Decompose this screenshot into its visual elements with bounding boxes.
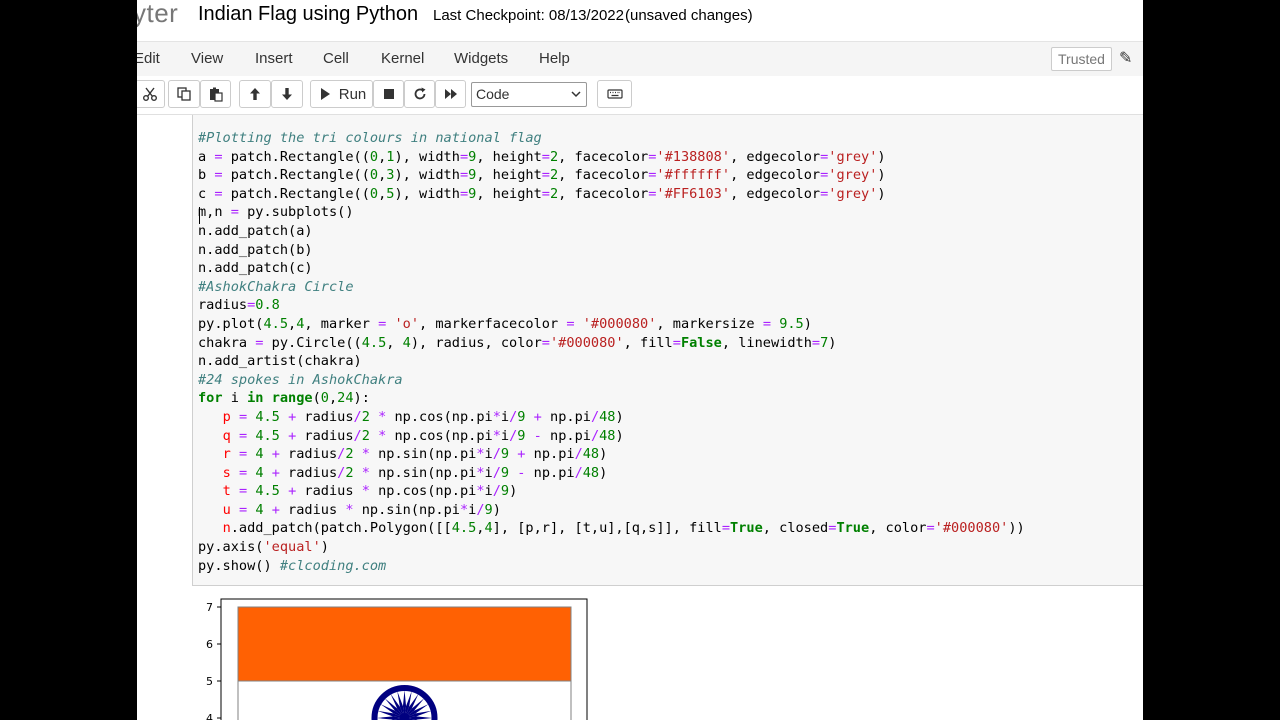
play-icon	[320, 88, 330, 100]
code-line: p = 4.5 + radius/2 * np.cos(np.pi*i/9 + …	[222, 408, 624, 425]
code-editor[interactable]: #Plotting the tri colours in national fl…	[198, 129, 1025, 575]
paste-button[interactable]	[200, 80, 231, 108]
autosave-status: (unsaved changes)	[625, 7, 753, 24]
restart-button[interactable]	[404, 80, 435, 108]
menu-kernel[interactable]: Kernel	[381, 50, 424, 67]
restart-icon	[414, 87, 425, 100]
arrow-down-icon	[282, 88, 292, 100]
y-tick-label: 6	[206, 638, 213, 651]
scissors-icon	[143, 87, 157, 101]
y-tick-label: 7	[206, 601, 213, 614]
code-line: #24 spokes in AshokChakra	[198, 371, 403, 388]
code-line: m,n = py.subplots()	[198, 204, 354, 221]
trusted-indicator[interactable]: Trusted	[1051, 47, 1112, 71]
arrow-up-icon	[250, 88, 260, 100]
run-label: Run	[338, 85, 367, 103]
flag-plot: 7 6 5 4	[206, 598, 588, 720]
copy-icon	[177, 87, 191, 101]
code-line: n.add_patch(a)	[198, 222, 313, 239]
code-line: n.add_artist(chakra)	[198, 353, 362, 370]
menu-cell[interactable]: Cell	[323, 50, 349, 67]
cell-type-select[interactable]: Code	[471, 82, 587, 107]
flag-saffron-band	[237, 606, 572, 682]
toolbar: Run Code	[137, 76, 1143, 115]
code-line: py.axis('equal')	[198, 539, 329, 556]
stop-icon	[383, 89, 394, 99]
code-line: c = patch.Rectangle((0,5), width=9, heig…	[198, 185, 886, 202]
code-line: t = 4.5 + radius * np.cos(np.pi*i/9)	[222, 483, 518, 500]
move-up-button[interactable]	[239, 80, 271, 108]
text-cursor	[199, 207, 200, 224]
move-down-button[interactable]	[271, 80, 303, 108]
code-line: n.add_patch(b)	[198, 241, 313, 258]
cut-button[interactable]	[137, 80, 165, 108]
checkpoint-status: Last Checkpoint: 08/13/2022	[433, 7, 624, 24]
interrupt-button[interactable]	[373, 80, 404, 108]
code-line: #Plotting the tri colours in national fl…	[198, 130, 542, 146]
paste-icon	[209, 87, 223, 102]
cell-type-value: Code	[476, 86, 510, 102]
notebook-area: #Plotting the tri colours in national fl…	[137, 115, 1143, 720]
code-line: s = 4 + radius/2 * np.sin(np.pi*i/9 - np…	[222, 464, 608, 481]
run-button[interactable]: Run	[310, 80, 373, 108]
pencil-icon[interactable]: ✎	[1119, 48, 1132, 68]
command-palette-button[interactable]	[597, 80, 632, 108]
code-line: n.add_patch(c)	[198, 260, 313, 277]
code-line: r = 4 + radius/2 * np.sin(np.pi*i/9 + np…	[222, 446, 608, 463]
code-line: n.add_patch(patch.Polygon([[4.5,4], [p,r…	[222, 520, 1025, 537]
code-line: py.show() #clcoding.com	[198, 557, 387, 574]
menu-insert[interactable]: Insert	[255, 50, 293, 67]
code-line: radius=0.8	[198, 297, 280, 314]
code-line: chakra = py.Circle((4.5, 4), radius, col…	[198, 334, 837, 351]
code-line: for i in range(0,24):	[198, 390, 370, 407]
restart-run-all-button[interactable]	[435, 80, 466, 108]
output-area: 7 6 5 4	[197, 593, 617, 720]
jupyter-logo[interactable]: yter	[137, 0, 178, 29]
code-line: #AshokChakra Circle	[198, 278, 354, 295]
code-line: q = 4.5 + radius/2 * np.cos(np.pi*i/9 - …	[222, 427, 624, 444]
notebook-title[interactable]: Indian Flag using Python	[198, 3, 418, 26]
menu-help[interactable]: Help	[539, 50, 570, 67]
code-line: py.plot(4.5,4, marker = 'o', markerfacec…	[198, 315, 812, 332]
code-cell[interactable]: #Plotting the tri colours in national fl…	[192, 115, 1143, 586]
y-tick-label: 5	[206, 675, 213, 688]
code-line: u = 4 + radius * np.sin(np.pi*i/9)	[222, 501, 501, 518]
menu-edit[interactable]: Edit	[137, 50, 160, 67]
menubar: Edit View Insert Cell Kernel Widgets Hel…	[137, 41, 1143, 77]
code-line: a = patch.Rectangle((0,1), width=9, heig…	[198, 148, 886, 165]
chevron-down-icon	[571, 91, 581, 98]
keyboard-icon	[606, 89, 623, 99]
fast-forward-icon	[444, 89, 457, 99]
menu-widgets[interactable]: Widgets	[454, 50, 508, 67]
notebook-window: yter Indian Flag using Python Last Check…	[137, 0, 1143, 720]
copy-button[interactable]	[168, 80, 200, 108]
code-line: b = patch.Rectangle((0,3), width=9, heig…	[198, 167, 886, 184]
menu-view[interactable]: View	[191, 50, 223, 67]
y-tick-label: 4	[206, 712, 213, 720]
header: yter Indian Flag using Python Last Check…	[137, 0, 1143, 40]
